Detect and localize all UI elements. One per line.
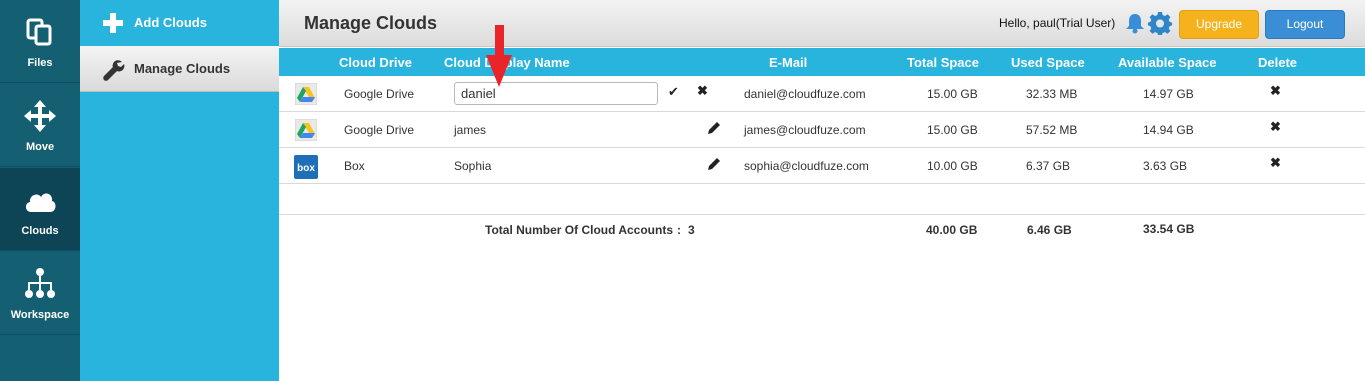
manage-clouds-label: Manage Clouds [134, 61, 231, 76]
cloud-drive-cell: Google Drive [344, 87, 415, 101]
add-clouds-link[interactable]: Add Clouds [80, 0, 279, 46]
rail-label-clouds: Clouds [21, 225, 59, 237]
table-row: Google Drive james james@cloudfuze.com 1… [279, 112, 1365, 148]
totals-separator: : [677, 223, 681, 237]
edit-pencil-icon[interactable] [707, 157, 721, 171]
used-space-cell: 57.52 MB [1026, 123, 1078, 137]
move-icon [24, 100, 56, 132]
app-window: Files Move Clouds Workspace Add Clouds M… [0, 0, 1365, 381]
manage-clouds-link[interactable]: Manage Clouds [80, 46, 279, 92]
totals-label: Total Number Of Cloud Accounts [485, 223, 673, 237]
total-space-cell: 10.00 GB [927, 159, 978, 173]
main-rail: Files Move Clouds Workspace [0, 0, 80, 381]
box-icon: box [294, 155, 318, 179]
plus-icon [103, 13, 123, 33]
files-icon [26, 18, 52, 46]
user-greeting: Hello, paul(Trial User) [999, 16, 1116, 30]
cancel-edit-icon[interactable]: ✖ [697, 83, 708, 99]
rail-item-clouds[interactable]: Clouds [0, 168, 80, 251]
totals-used-space: 6.46 GB [1027, 223, 1072, 237]
rail-item-files[interactable]: Files [0, 0, 80, 83]
total-space-cell: 15.00 GB [927, 87, 978, 101]
delete-icon[interactable]: ✖ [1270, 83, 1281, 99]
logout-button[interactable]: Logout [1265, 10, 1345, 39]
available-space-cell: 14.94 GB [1143, 123, 1194, 137]
table-header: Cloud Drive Cloud Display Name E-Mail To… [279, 48, 1365, 76]
col-delete: Delete [1258, 55, 1298, 70]
totals-count: 3 [688, 223, 695, 237]
available-space-cell: 14.97 GB [1143, 87, 1194, 101]
rail-label-workspace: Workspace [10, 309, 70, 321]
rail-item-workspace[interactable]: Workspace [0, 252, 80, 335]
col-available-space: Available Space [1118, 55, 1217, 70]
display-name-cell: Sophia [454, 159, 492, 173]
cloud-subnav: Add Clouds Manage Clouds [80, 0, 279, 381]
col-cloud-drive: Cloud Drive [339, 55, 412, 70]
confirm-check-icon[interactable]: ✔ [668, 84, 679, 100]
email-cell: sophia@cloudfuze.com [744, 159, 869, 173]
totals-row: Total Number Of Cloud Accounts : 3 40.00… [279, 214, 1365, 244]
upgrade-button[interactable]: Upgrade [1179, 10, 1259, 39]
delete-icon[interactable]: ✖ [1270, 119, 1281, 135]
used-space-cell: 6.37 GB [1026, 159, 1071, 173]
google-drive-icon [295, 83, 317, 105]
add-clouds-label: Add Clouds [134, 15, 207, 30]
workspace-icon [25, 268, 55, 298]
rail-item-move[interactable]: Move [0, 84, 80, 167]
bell-icon[interactable] [1124, 12, 1146, 34]
display-name-cell: james [454, 123, 487, 137]
cloud-drive-cell: Box [344, 159, 365, 173]
used-space-cell: 32.33 MB [1026, 87, 1078, 101]
svg-text:box: box [297, 163, 315, 174]
email-cell: james@cloudfuze.com [744, 123, 866, 137]
edit-pencil-icon[interactable] [707, 121, 721, 135]
top-header: Manage Clouds Hello, paul(Trial User) Up… [279, 0, 1365, 47]
col-used-space: Used Space [1011, 55, 1085, 70]
cloud-drive-cell: Google Drive [344, 123, 415, 137]
total-space-cell: 15.00 GB [927, 123, 978, 137]
email-cell: daniel@cloudfuze.com [744, 87, 866, 101]
totals-available-space: 33.54 GB [1143, 222, 1195, 236]
google-drive-icon [295, 119, 317, 141]
page-title: Manage Clouds [304, 13, 438, 33]
annotation-arrow-icon [486, 25, 512, 87]
col-email: E-Mail [769, 55, 808, 70]
delete-icon[interactable]: ✖ [1270, 155, 1281, 171]
available-space-cell: 3.63 GB [1143, 159, 1188, 173]
gear-icon[interactable] [1148, 11, 1172, 35]
rail-label-files: Files [27, 57, 53, 69]
table-row: Google Drive ✔ ✖ daniel@cloudfuze.com 15… [279, 76, 1365, 112]
col-total-space: Total Space [907, 55, 980, 70]
totals-total-space: 40.00 GB [926, 223, 978, 237]
wrench-icon [103, 60, 125, 81]
rail-label-move: Move [25, 141, 55, 153]
table-row: box Box Sophia sophia@cloudfuze.com 10.0… [279, 148, 1365, 184]
cloud-icon [25, 193, 56, 212]
